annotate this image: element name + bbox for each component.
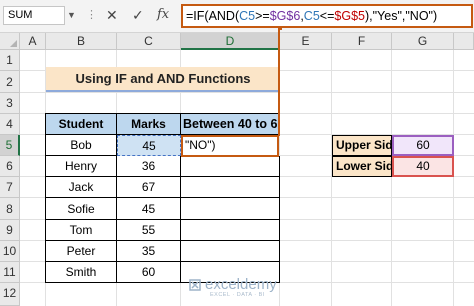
table-header-marks[interactable]: Marks [117, 113, 181, 135]
formula-ref-g6: $G$6 [269, 9, 301, 23]
result-cell[interactable] [181, 241, 280, 262]
student-cell[interactable]: Sofie [45, 198, 117, 220]
student-cell[interactable]: Peter [45, 241, 117, 262]
formula-ref-c5: C5 [239, 9, 256, 23]
watermark-name: exceldemy [205, 276, 277, 293]
row-header-9[interactable]: 9 [0, 220, 20, 241]
row-header-1[interactable]: 1 [0, 50, 20, 71]
formula-ref-c5: C5 [303, 9, 320, 23]
result-cell[interactable] [181, 198, 280, 220]
more-options-icon[interactable]: ⋮ [86, 8, 97, 21]
formula-connector-line [278, 28, 282, 30]
lower-side-label[interactable]: Lower Side [332, 156, 400, 177]
name-box[interactable]: SUM [3, 6, 65, 25]
column-header-c[interactable]: C [117, 33, 181, 50]
row-header-8[interactable]: 8 [0, 198, 20, 220]
row-header-2[interactable]: 2 [0, 71, 20, 93]
student-cell[interactable]: Bob [45, 135, 117, 156]
cancel-icon[interactable]: ✕ [106, 7, 118, 23]
table-header-student[interactable]: Student [45, 113, 117, 135]
result-cell[interactable] [181, 177, 280, 198]
gridline [391, 50, 392, 306]
formula-part: >= [255, 9, 270, 23]
marks-cell[interactable]: 36 [117, 156, 181, 177]
row-header-7[interactable]: 7 [0, 177, 20, 198]
row-header-5[interactable]: 5 [0, 135, 20, 156]
sheet-title[interactable]: Using IF and AND Functions [46, 67, 280, 92]
formula-part: ),"Yes","NO") [364, 9, 438, 23]
row-header-12[interactable]: 12 [0, 283, 20, 306]
watermark: exceldemy [188, 276, 277, 293]
marks-cell[interactable]: 35 [117, 241, 181, 262]
upper-side-label[interactable]: Upper Side [332, 135, 399, 156]
student-cell[interactable]: Henry [45, 156, 117, 177]
formula-input[interactable]: =IF(AND(C5>=$G$6,C5<=$G$5),"Yes","NO") [181, 4, 473, 28]
row-header-6[interactable]: 6 [0, 156, 20, 177]
row-header-10[interactable]: 10 [0, 241, 20, 262]
gridline [331, 50, 332, 306]
student-cell[interactable]: Tom [45, 220, 117, 241]
gridline [453, 50, 454, 306]
marks-cell[interactable]: 60 [117, 262, 181, 283]
formula-part: <= [319, 9, 335, 23]
marks-cell[interactable]: 67 [117, 177, 181, 198]
student-cell[interactable]: Jack [45, 177, 117, 198]
row-header-11[interactable]: 11 [0, 262, 20, 283]
column-header-b[interactable]: B [46, 33, 117, 50]
column-header-d[interactable]: D [181, 33, 280, 50]
select-all-corner[interactable] [0, 33, 20, 50]
gridline [20, 92, 474, 93]
table-header-between-text: Between 40 to 60 [183, 117, 279, 131]
student-cell[interactable]: Smith [45, 262, 117, 283]
formula-part: =IF(AND( [186, 9, 240, 23]
marks-cell[interactable]: 45 [117, 198, 181, 220]
column-header-f[interactable]: F [332, 33, 392, 50]
column-header-a[interactable]: A [20, 33, 46, 50]
upper-side-value[interactable]: 60 [392, 135, 454, 156]
formula-bar: SUM ▼ ⋮ ✕ ✓ fx =IF(AND(C5>=$G$6,C5<=$G$5… [0, 0, 474, 33]
result-cell[interactable] [181, 156, 280, 177]
column-header-g[interactable]: G [392, 33, 454, 50]
active-cell-d5[interactable]: "NO") [181, 135, 279, 157]
row-header-4[interactable]: 4 [0, 114, 20, 135]
column-header-partial [454, 33, 474, 50]
enter-icon[interactable]: ✓ [132, 7, 144, 23]
exceldemy-logo-icon [189, 278, 201, 291]
watermark-tagline: EXCEL · DATA · BI [210, 292, 265, 298]
insert-function-icon[interactable]: fx [157, 7, 169, 23]
result-cell[interactable] [181, 220, 280, 241]
lower-side-value[interactable]: 40 [392, 156, 454, 177]
row-header-3[interactable]: 3 [0, 93, 20, 114]
name-box-dropdown-icon[interactable]: ▼ [67, 10, 76, 20]
marks-cell[interactable]: 55 [117, 220, 181, 241]
marks-cell-selected[interactable]: 45 [117, 135, 181, 156]
formula-connector-line [278, 28, 280, 136]
column-header-e[interactable]: E [280, 33, 332, 50]
formula-ref-g5: $G$5 [334, 9, 365, 23]
